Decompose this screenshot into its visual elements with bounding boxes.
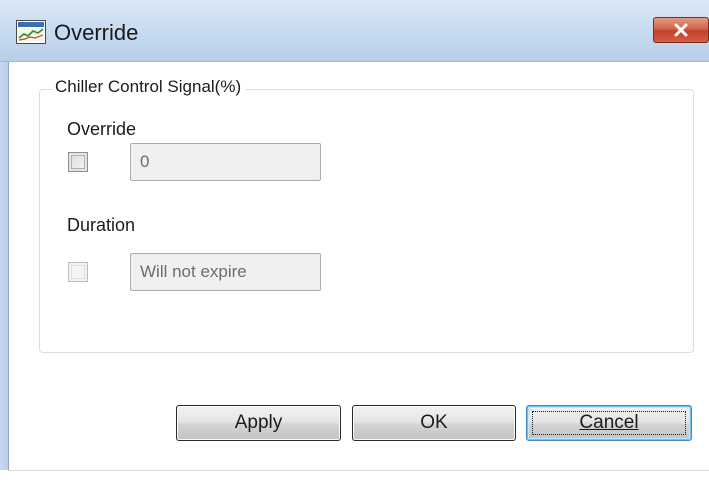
duration-value-field[interactable]: Will not expire [130, 253, 321, 291]
cancel-button[interactable]: Cancel [526, 405, 692, 441]
title-bar[interactable]: Override [0, 0, 709, 62]
cancel-button-label: Cancel [579, 412, 639, 433]
override-value-field[interactable]: 0 [130, 143, 321, 181]
group-title: Chiller Control Signal(%) [53, 77, 246, 97]
apply-button[interactable]: Apply [176, 405, 341, 441]
duration-label: Duration [67, 215, 136, 235]
window-frame-bottom [8, 470, 709, 471]
window-title: Override [54, 20, 139, 45]
window-frame-left [0, 62, 9, 470]
dialog-content: Chiller Control Signal(%) Override 0 Dur… [9, 63, 709, 470]
close-x-icon [673, 23, 689, 37]
duration-checkbox[interactable] [68, 262, 88, 282]
chart-window-icon [16, 20, 46, 44]
apply-button-label: Apply [234, 412, 283, 433]
ok-button-label: OK [420, 412, 448, 433]
override-dialog: Override Chiller Control Signal(%) Overr… [0, 0, 709, 485]
override-checkbox[interactable] [68, 152, 88, 172]
close-button[interactable] [653, 17, 709, 43]
override-label: Override [67, 119, 137, 139]
ok-button[interactable]: OK [352, 405, 516, 441]
chiller-control-groupbox [39, 89, 694, 353]
